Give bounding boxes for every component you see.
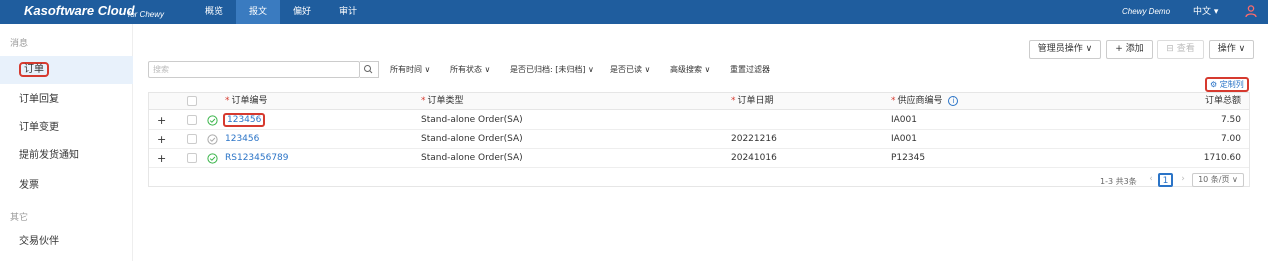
view-label: 查看 [1176,44,1195,54]
check-circle-icon [207,115,218,126]
info-icon[interactable]: i [948,96,959,106]
expand-icon[interactable]: + [157,130,166,149]
view-button[interactable]: ⊟ 查看 [1157,40,1204,59]
supplier-cell: IA001 [891,115,917,125]
sidebar-section-other: 其它 [10,213,29,223]
nav-messages[interactable]: 报文 [236,0,280,24]
admin-ops-button[interactable]: 管理员操作 ∨ [1029,40,1101,59]
operations-button[interactable]: 操作 ∨ [1209,40,1254,59]
order-type-cell: Stand-alone Order(SA) [421,153,523,163]
header-label: 订单编号 [231,96,268,106]
current-page[interactable]: 1 [1158,173,1173,187]
row-checkbox[interactable] [187,134,197,144]
sidebar-item-orders[interactable]: 订单 [0,56,133,84]
header-order-type[interactable]: * 订单类型 [421,93,464,110]
language-select[interactable]: 中文 ▾ [1193,0,1218,24]
order-id-link[interactable]: RS123456789 [225,149,289,168]
next-page-icon[interactable]: › [1177,173,1189,187]
sidebar-item-asn[interactable]: 提前发货通知 [0,142,133,170]
sidebar-item-order-changes[interactable]: 订单变更 [0,114,133,142]
status-filter[interactable]: 所有状态 ∨ [450,62,490,77]
orders-table: * 订单编号 * 订单类型 * 订单日期 * 供应商编号 i 订单总额 + 123456… [148,92,1250,187]
sidebar-section-messages: 消息 [10,39,29,49]
nav-overview[interactable]: 概览 [196,0,232,24]
supplier-cell: IA001 [891,134,917,144]
sidebar-item-partners[interactable]: 交易伙伴 [0,228,133,256]
nav-audit[interactable]: 审计 [330,0,366,24]
order-total-cell: 7.00 [1220,134,1241,144]
sidebar-item-label: 订单 [19,62,49,77]
search-input[interactable]: 搜索 [148,61,360,78]
archived-filter[interactable]: 是否已归档: [未归档] ∨ [510,62,594,77]
table-header: * 订单编号 * 订单类型 * 订单日期 * 供应商编号 i 订单总额 [149,93,1249,110]
prev-page-icon[interactable]: ‹ [1145,173,1157,187]
expand-icon[interactable]: + [157,111,166,130]
view-icon: ⊟ [1166,44,1174,54]
row-checkbox[interactable] [187,153,197,163]
customize-columns-label: 定制列 [1219,80,1244,89]
reset-filters[interactable]: 重置过滤器 [730,62,770,77]
header-order-number[interactable]: * 订单编号 [225,93,268,110]
order-date-cell: 20221216 [731,134,777,144]
header-label: 供应商编号 [897,96,943,106]
advanced-search[interactable]: 高级搜索 ∨ [670,62,710,77]
order-id-link[interactable]: 123456 [225,130,259,149]
select-all-checkbox[interactable] [187,96,197,106]
add-button[interactable]: + 添加 [1106,40,1153,59]
brand-subtitle: for Chewy [128,10,165,19]
table-row[interactable]: + 123456 Stand-alone Order(SA) 20221216 … [149,130,1249,149]
sidebar-item-order-responses[interactable]: 订单回复 [0,86,133,114]
brand-logo[interactable]: Kasoftware Cloud [24,3,135,18]
top-nav-bar: Kasoftware Cloud for Chewy 概览 报文 偏好 审计 C… [0,0,1268,24]
check-circle-icon [207,153,218,164]
table-row[interactable]: + RS123456789 Stand-alone Order(SA) 2024… [149,149,1249,168]
header-supplier-number[interactable]: * 供应商编号 i [891,93,959,110]
user-icon[interactable] [1244,4,1258,18]
expand-icon[interactable]: + [157,149,166,168]
header-label: 订单日期 [737,96,774,106]
gear-icon: ⚙ [1210,80,1218,89]
pager-summary: 1-3 共3条 [1100,177,1137,186]
order-id-link[interactable]: 123456 [223,111,266,130]
order-type-cell: Stand-alone Order(SA) [421,134,523,144]
row-checkbox[interactable] [187,115,197,125]
customize-columns-button[interactable]: ⚙ 定制列 [1205,77,1249,92]
order-total-cell: 7.50 [1220,115,1241,125]
header-order-total[interactable]: 订单总额 [1205,93,1241,110]
nav-preferences[interactable]: 偏好 [284,0,320,24]
user-name[interactable]: Chewy Demo [1122,0,1170,24]
sidebar-item-invoices[interactable]: 发票 [0,172,133,200]
read-filter[interactable]: 是否已读 ∨ [610,62,650,77]
time-filter[interactable]: 所有时间 ∨ [390,62,430,77]
table-row[interactable]: + 123456 Stand-alone Order(SA) IA001 7.5… [149,111,1249,130]
pending-circle-icon [207,134,218,145]
search-icon [364,65,373,74]
header-order-date[interactable]: * 订单日期 [731,93,774,110]
supplier-cell: P12345 [891,153,926,163]
header-label: 订单类型 [427,96,464,106]
search-button[interactable] [360,61,379,78]
sidebar: 消息 订单 订单回复 订单变更 提前发货通知 发票 其它 交易伙伴 [0,24,133,261]
order-date-cell: 20241016 [731,153,777,163]
page-size-select[interactable]: 10 条/页 ∨ [1192,173,1244,187]
order-total-cell: 1710.60 [1203,153,1241,163]
order-type-cell: Stand-alone Order(SA) [421,115,523,125]
